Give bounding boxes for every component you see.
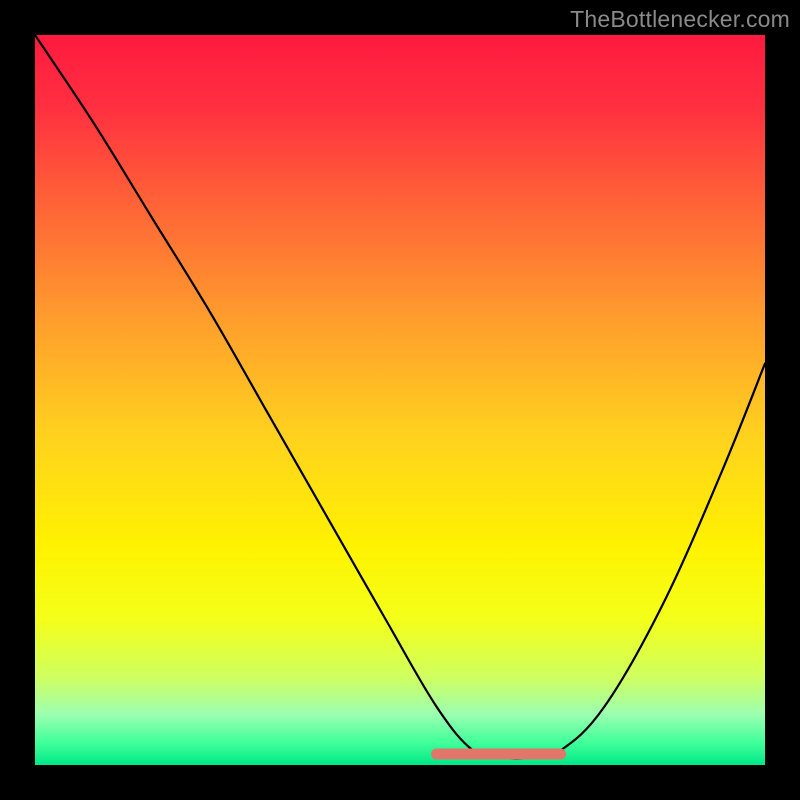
plot-area	[35, 35, 765, 765]
watermark-text: TheBottlenecker.com	[570, 6, 790, 33]
chart-frame: TheBottlenecker.com	[0, 0, 800, 800]
bottleneck-curve	[35, 35, 765, 759]
curve-layer	[35, 35, 765, 765]
